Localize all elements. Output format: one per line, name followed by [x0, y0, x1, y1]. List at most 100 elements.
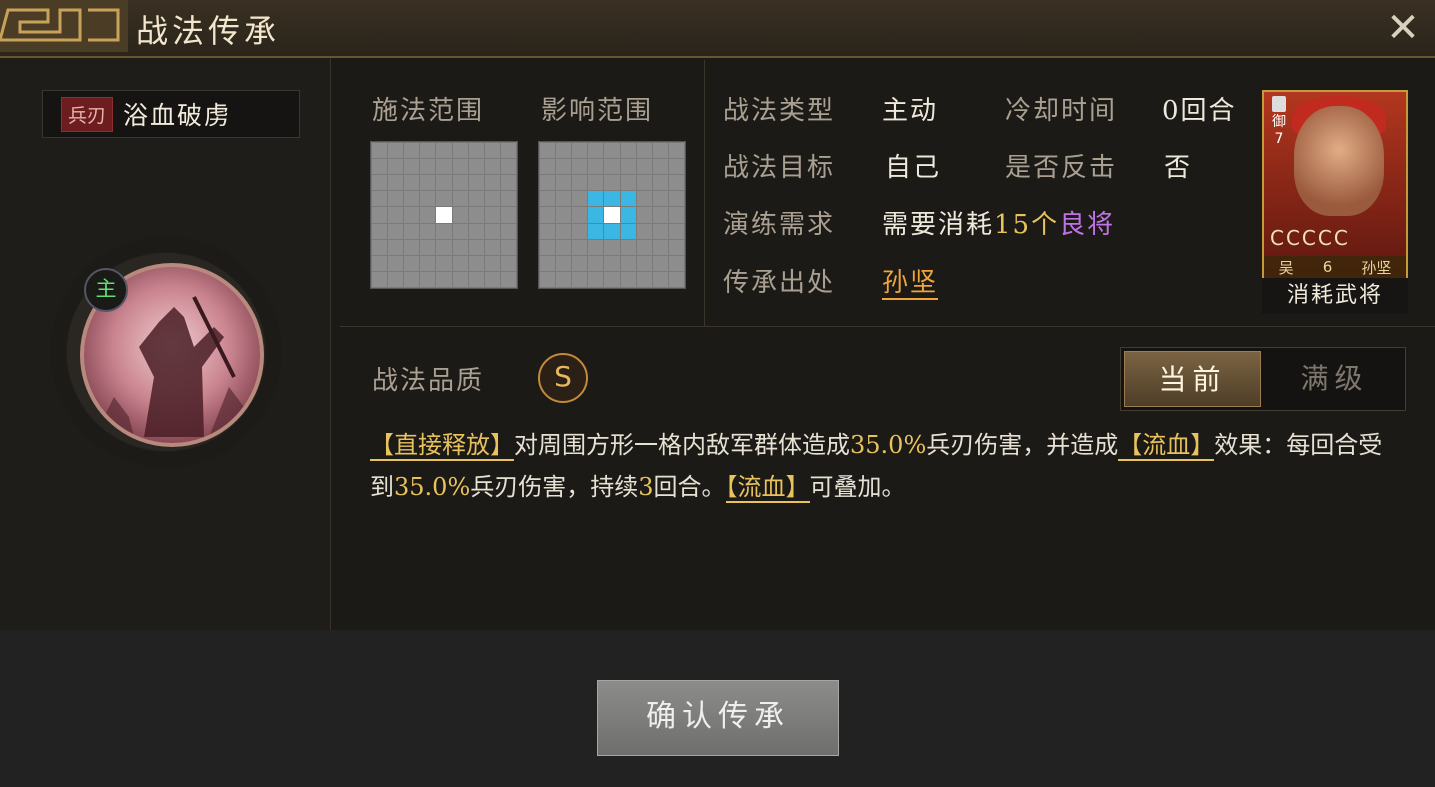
range-cell [588, 159, 604, 175]
close-icon[interactable]: ✕ [1381, 6, 1425, 50]
hero-card[interactable]: 御 7 CCCCC 吴 6 孙坚 [1262, 90, 1408, 280]
keyword-direct-release[interactable]: 【直接释放】 [370, 431, 514, 461]
skill-target-value: 自己 [885, 153, 942, 183]
range-cell [484, 255, 500, 271]
skill-tag: 兵刃 浴血破虏 [42, 90, 300, 138]
range-cell [468, 143, 484, 159]
range-cell [452, 271, 468, 287]
range-cell [572, 271, 588, 287]
range-cell [388, 207, 404, 223]
desc-number: 35.0% [850, 431, 927, 459]
shield-icon [1272, 96, 1286, 112]
range-cell [452, 159, 468, 175]
range-cell [604, 207, 620, 223]
range-cell [588, 223, 604, 239]
range-cell [556, 223, 572, 239]
range-cell [604, 255, 620, 271]
range-cell [636, 223, 652, 239]
range-cell [388, 239, 404, 255]
range-cell [668, 271, 684, 287]
range-cell [668, 143, 684, 159]
range-cell [420, 143, 436, 159]
range-cell [572, 159, 588, 175]
practice-requirement: 需要消耗15个良将 [882, 204, 1115, 241]
desc-text: 回合。 [653, 473, 726, 501]
range-cell [620, 271, 636, 287]
skill-target-label: 战法目标 [723, 153, 836, 183]
counter-label: 是否反击 [1005, 153, 1118, 183]
range-cell [404, 223, 420, 239]
range-cell [652, 223, 668, 239]
range-cell [500, 191, 516, 207]
range-cell [388, 223, 404, 239]
range-cell [436, 143, 452, 159]
range-cell [468, 271, 484, 287]
range-cell [556, 143, 572, 159]
range-cell [556, 159, 572, 175]
range-cell [452, 191, 468, 207]
range-cell [668, 223, 684, 239]
range-cell [636, 175, 652, 191]
range-cell [388, 271, 404, 287]
range-cell [388, 175, 404, 191]
keyword-bleed[interactable]: 【流血】 [1118, 431, 1215, 461]
range-cell [652, 143, 668, 159]
range-cell [588, 239, 604, 255]
range-cell [540, 255, 556, 271]
range-cell [436, 159, 452, 175]
range-cell [556, 191, 572, 207]
source-value[interactable]: 孙坚 [882, 262, 939, 300]
range-cell [452, 223, 468, 239]
range-cell [620, 207, 636, 223]
range-cell [668, 175, 684, 191]
range-cell [588, 255, 604, 271]
skill-type-label: 战法类型 [723, 96, 836, 126]
range-cell [468, 175, 484, 191]
source-hero-link[interactable]: 孙坚 [882, 268, 939, 300]
practice-label: 演练需求 [723, 210, 836, 240]
main-skill-badge: 主 [84, 268, 128, 312]
confirm-inherit-button[interactable]: 确认传承 [597, 680, 839, 756]
range-cell [388, 143, 404, 159]
quality-grade-badge: S [538, 353, 588, 403]
range-cell [572, 255, 588, 271]
tab-current[interactable]: 当前 [1124, 351, 1261, 407]
range-cell [500, 143, 516, 159]
range-cell [636, 255, 652, 271]
tab-max-level[interactable]: 满级 [1267, 351, 1402, 407]
cast-range-label: 施法范围 [372, 96, 485, 126]
practice-count: 15个 [994, 210, 1060, 240]
range-cell [668, 255, 684, 271]
range-cell [604, 239, 620, 255]
range-cell [468, 159, 484, 175]
range-cell [588, 191, 604, 207]
range-cell [572, 191, 588, 207]
range-cell [420, 239, 436, 255]
keyword-bleed[interactable]: 【流血】 [725, 473, 810, 503]
range-cell [468, 191, 484, 207]
range-cell [388, 191, 404, 207]
range-cell [572, 223, 588, 239]
range-cell [468, 223, 484, 239]
range-cell [404, 175, 420, 191]
hero-faction: 吴 [1278, 258, 1294, 277]
range-cell [572, 239, 588, 255]
desc-number: 35.0% [394, 473, 471, 501]
range-cell [604, 143, 620, 159]
range-cell [588, 207, 604, 223]
practice-unit: 良将 [1059, 210, 1116, 240]
range-cell [436, 191, 452, 207]
range-cell [404, 191, 420, 207]
range-cell [540, 143, 556, 159]
range-cell [604, 191, 620, 207]
hero-face [1294, 106, 1384, 216]
range-cell [388, 159, 404, 175]
range-cell [636, 159, 652, 175]
range-cell [636, 191, 652, 207]
range-cell [556, 207, 572, 223]
range-cell [484, 143, 500, 159]
skill-description: 【直接释放】对周围方形一格内敌军群体造成35.0%兵刃伤害，并造成【流血】效果：… [370, 424, 1400, 508]
range-cell [404, 255, 420, 271]
range-cell [500, 239, 516, 255]
range-cell [436, 271, 452, 287]
